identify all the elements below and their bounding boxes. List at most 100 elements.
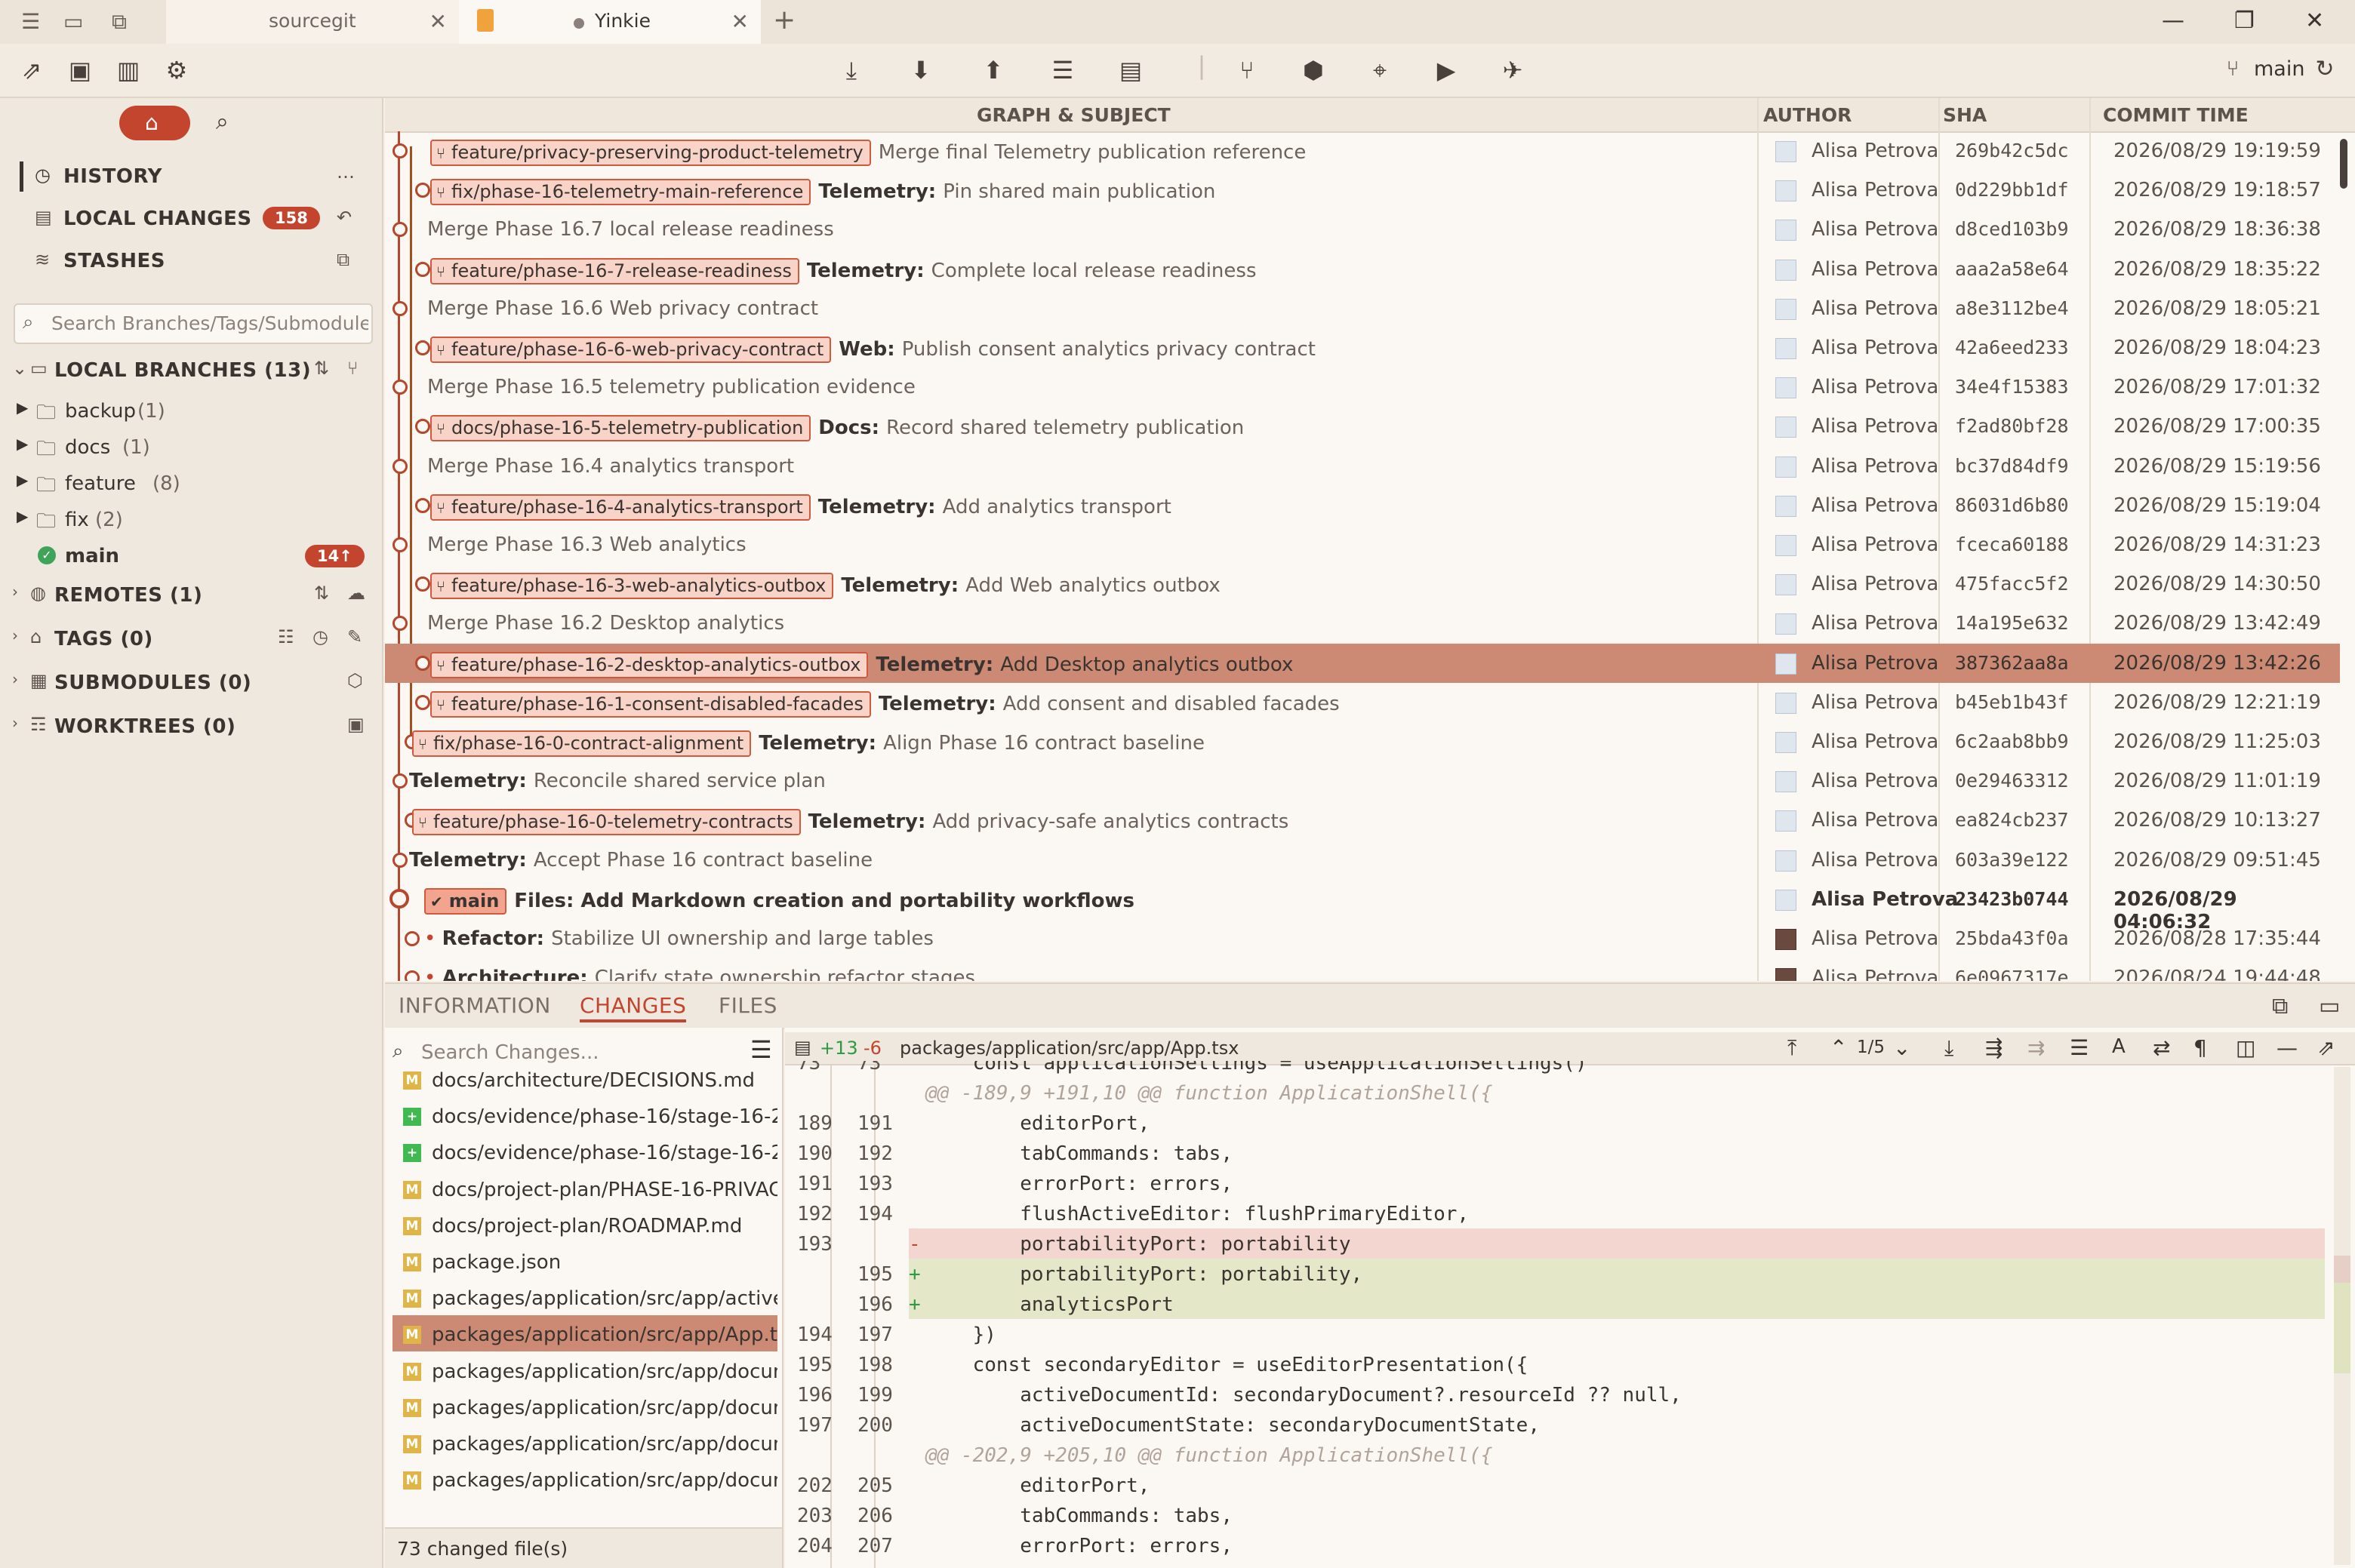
bookmark-icon[interactable] (477, 9, 494, 32)
tab-sourcegit[interactable]: sourcegit ✕ (166, 0, 460, 44)
commit-list[interactable]: GRAPH & SUBJECT AUTHOR SHA COMMIT TIME ⑂… (385, 98, 2355, 981)
branch-search-input[interactable]: ⌕ Search Branches/Tags/Submodules (14, 303, 373, 344)
branch-ref-badge[interactable]: ⑂ feature/phase-16-7-release-readiness (430, 257, 799, 284)
commit-row[interactable]: Merge Phase 16.2 Desktop analytics Alisa … (385, 604, 2340, 643)
changed-file-item[interactable]: Mpackages/application/src/app/App.tsx (392, 1315, 777, 1352)
column-header-author[interactable]: AUTHOR (1763, 104, 1852, 126)
changed-file-item[interactable]: Mdocs/project-plan/PHASE-16-PRIVACY (392, 1170, 777, 1207)
changes-search-input[interactable]: ⌕ Search Changes... ☰ (389, 1034, 773, 1068)
changed-file-item[interactable]: Mpackages/application/src/app/docume (392, 1461, 777, 1497)
commit-row[interactable]: ⑂ fix/phase-16-telemetry-main-reference Te… (385, 171, 2340, 210)
statistics-icon[interactable]: ▥ (113, 56, 143, 85)
close-icon[interactable]: ✕ (731, 9, 749, 34)
list-icon[interactable]: ☰ (21, 9, 40, 34)
changed-file-item[interactable]: Mpackages/application/src/app/docume (392, 1425, 777, 1461)
next-change-icon[interactable]: ⌄ (1893, 1035, 1910, 1060)
commit-row[interactable]: Merge Phase 16.4 analytics transport Alis… (385, 447, 2340, 486)
branch-ref-badge[interactable]: ⑂ fix/phase-16-telemetry-main-reference (430, 179, 811, 206)
stash-icon[interactable]: ☰ (1048, 56, 1078, 85)
changed-file-item[interactable]: + docs/evidence/phase-16/stage-16-2/a (392, 1097, 777, 1133)
apply-patch-icon[interactable]: ▤ (1116, 56, 1146, 85)
commit-row[interactable]: • Refactor: Stabilize UI ownership and l… (385, 919, 2340, 958)
bisect-icon[interactable]: ⌖ (1365, 56, 1395, 85)
increase-context-icon[interactable]: ⇶ (1985, 1035, 2003, 1060)
terminal-icon[interactable]: ▣ (65, 56, 95, 85)
settings-icon[interactable]: ⚙ (162, 56, 192, 85)
prev-change-icon[interactable]: ⌃ (1830, 1035, 1847, 1060)
changed-file-item[interactable]: Mpackages/application/src/app/docume (392, 1388, 777, 1425)
commit-row[interactable]: Telemetry: Accept Phase 16 contract base… (385, 841, 2340, 880)
branch-ref-badge[interactable]: ⑂ feature/phase-16-0-telemetry-contracts (412, 809, 801, 836)
current-branch-label[interactable]: main (2254, 57, 2304, 81)
commit-row[interactable]: • Architecture: Clarify state ownership … (385, 958, 2340, 981)
worktrees-header[interactable]: › ☶ WORKTREES (0) ▣ (9, 709, 371, 742)
clear-stashes-icon[interactable]: ⧉ (337, 249, 349, 270)
commit-row[interactable]: Merge Phase 16.3 Web analytics Alisa Petr… (385, 525, 2340, 564)
sidebar-item-stashes[interactable]: ≋ STASHES ⧉ (20, 243, 367, 279)
sort-icon[interactable]: ⇅ (314, 583, 329, 604)
commit-row[interactable]: Merge Phase 16.7 local release readiness… (385, 210, 2340, 249)
branch-ref-badge[interactable]: ⑂ feature/phase-16-1-consent-disabled-fac… (430, 690, 871, 718)
commit-row[interactable]: Merge Phase 16.6 Web privacy contract Ali… (385, 289, 2340, 328)
branch-ref-badge[interactable]: ⑂ feature/phase-16-6-web-privacy-contract (430, 337, 832, 363)
sort-icon[interactable]: ⇅ (314, 358, 329, 379)
tree-folder-feature[interactable]: ▶ 🗀︎ feature (8) (17, 466, 364, 500)
changed-file-item[interactable]: Mdocs/project-plan/ROADMAP.md (392, 1207, 777, 1243)
layout-toggle-icon[interactable]: ⧉ (2272, 993, 2288, 1019)
changed-file-item[interactable]: Mdocs/architecture/DECISIONS.md (392, 1071, 777, 1097)
commit-row[interactable]: ⑂ feature/phase-16-1-consent-disabled-fac… (385, 683, 2340, 722)
commit-row[interactable]: ✔ main Files: Add Markdown creation and po… (385, 880, 2340, 933)
tree-folder-backup[interactable]: ▶ 🗀︎ backup (1) (17, 394, 364, 427)
restore-icon[interactable]: ❐ (2234, 8, 2255, 34)
tab-yinkie[interactable]: Yinkie ✕ (459, 0, 761, 44)
add-tab-icon[interactable]: + (773, 5, 796, 35)
branch-ref-badge[interactable]: ⑂ docs/phase-16-5-telemetry-publication (430, 415, 811, 442)
column-header-time[interactable]: COMMIT TIME (2103, 104, 2249, 126)
diff-minimap[interactable] (2334, 1067, 2350, 1565)
close-icon[interactable]: ✕ (429, 9, 447, 34)
push-icon[interactable]: ⬆ (978, 56, 1008, 85)
syntax-icon[interactable]: ⇄ (2153, 1035, 2170, 1060)
commit-row[interactable]: ⑂ feature/phase-16-3-web-analytics-outbox… (385, 564, 2340, 604)
close-window-icon[interactable]: ✕ (2305, 8, 2324, 34)
tree-folder-docs[interactable]: ▶ 🗀︎ docs (1) (17, 430, 364, 463)
collapse-icon[interactable]: — (2276, 1035, 2298, 1060)
decrease-context-icon[interactable]: ⇉ (2027, 1035, 2045, 1060)
new-window-icon[interactable]: ⧉ (112, 9, 127, 35)
commit-row[interactable]: ⑂ feature/phase-16-6-web-privacy-contract… (385, 328, 2340, 367)
commit-row[interactable]: ⑂ feature/phase-16-0-telemetry-contracts T… (385, 801, 2340, 840)
changed-file-item[interactable]: Mpackages/application/src/app/docume (392, 1352, 777, 1388)
changed-file-item[interactable]: + docs/evidence/phase-16/stage-16-2/l (392, 1133, 777, 1170)
open-external-icon[interactable]: ⇗ (2317, 1035, 2335, 1060)
commit-row[interactable]: ⑂ docs/phase-16-5-telemetry-publication Do… (385, 407, 2340, 446)
tab-files[interactable]: FILES (719, 993, 777, 1018)
open-external-icon[interactable]: ⇗ (17, 56, 47, 85)
changed-file-item[interactable]: Mpackage.json (392, 1243, 777, 1279)
search-icon[interactable]: ⌕ (216, 109, 229, 135)
list-view-icon[interactable]: ☷ (278, 626, 294, 647)
sidebar-item-local-changes[interactable]: ▤ LOCAL CHANGES 158 ↶ (20, 201, 367, 237)
branch-ref-badge[interactable]: ✔ main (424, 887, 507, 915)
column-header-graph[interactable]: GRAPH & SUBJECT (977, 104, 1171, 126)
branch-ref-badge[interactable]: ⑂ feature/phase-16-3-web-analytics-outbox (430, 573, 834, 600)
add-remote-icon[interactable]: ☁ (347, 583, 365, 604)
whitespace-icon[interactable]: ¶ (2193, 1035, 2207, 1060)
column-header-sha[interactable]: SHA (1943, 104, 1987, 126)
branch-ref-badge[interactable]: ⑂ feature/privacy-preserving-product-tele… (430, 140, 871, 166)
branch-ref-badge[interactable]: ⑂ feature/phase-16-2-desktop-analytics-ou… (430, 651, 869, 678)
commit-row[interactable]: ⑂ fix/phase-16-0-contract-alignment Teleme… (385, 722, 2340, 761)
more-icon[interactable]: … (337, 161, 355, 183)
commit-row[interactable]: ⑂ feature/privacy-preserving-product-tele… (385, 131, 2340, 171)
last-change-icon[interactable]: ⤓ (1944, 1035, 1953, 1061)
view-mode-icon[interactable]: ☰ (750, 1035, 772, 1064)
submodules-header[interactable]: › ▦ SUBMODULES (0) ⬡ (9, 666, 371, 699)
pull-icon[interactable]: ⬇ (906, 56, 936, 85)
tab-information[interactable]: INFORMATION (399, 993, 551, 1018)
tags-header[interactable]: › ⌂ TAGS (0) ☷ ◷ ✎ (9, 622, 371, 655)
window-icon[interactable]: ▭ (63, 9, 83, 34)
run-icon[interactable]: ▶ (1431, 56, 1461, 85)
local-branches-header[interactable]: ⌄ ▭ LOCAL BRANCHES (13) ⇅ ⑂ (9, 353, 371, 386)
add-submodule-icon[interactable]: ⬡ (347, 670, 363, 691)
tab-changes[interactable]: CHANGES (580, 993, 687, 1022)
commit-row[interactable]: ⑂ feature/phase-16-4-analytics-transport T… (385, 486, 2340, 525)
